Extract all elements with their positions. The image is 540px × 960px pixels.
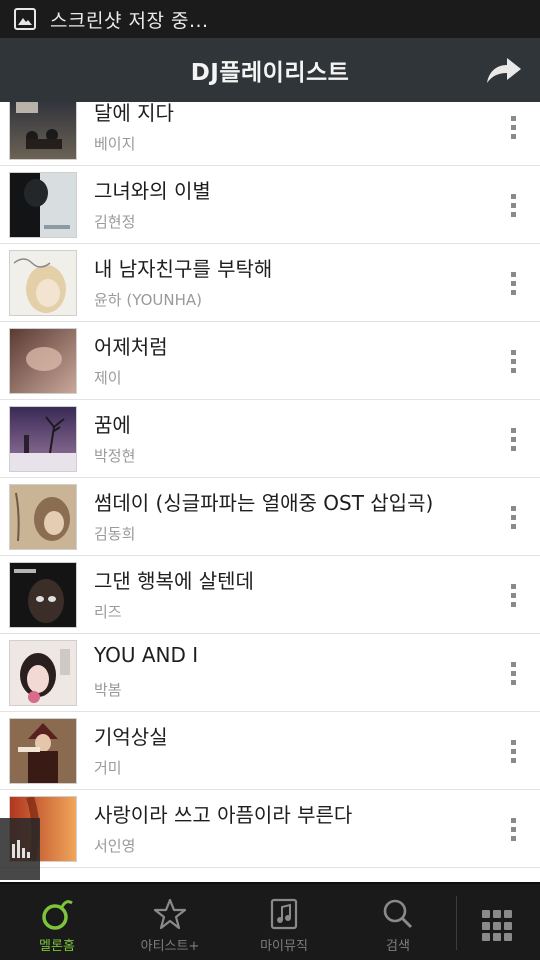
album-art[interactable] bbox=[9, 328, 77, 394]
more-options-button[interactable] bbox=[506, 576, 520, 614]
nav-artist-plus[interactable]: 아티스트+ bbox=[115, 884, 225, 960]
song-title: 사랑이라 쓰고 아픔이라 부른다 bbox=[94, 803, 353, 827]
grid-menu-icon[interactable] bbox=[482, 910, 514, 942]
album-art[interactable] bbox=[9, 562, 77, 628]
album-art[interactable] bbox=[9, 102, 77, 160]
nav-melon-home[interactable]: 멜론홈 bbox=[2, 884, 112, 960]
song-title: YOU AND I bbox=[94, 643, 199, 667]
more-options-button[interactable] bbox=[506, 342, 520, 380]
share-button[interactable] bbox=[482, 50, 526, 90]
nav-divider bbox=[456, 896, 457, 950]
bottom-navigation: 멜론홈 아티스트+ 마이뮤직 검색 bbox=[0, 882, 540, 960]
melon-home-icon bbox=[40, 896, 74, 932]
nav-my-music[interactable]: 마이뮤직 bbox=[229, 884, 339, 960]
song-artist: 김현정 bbox=[94, 213, 136, 231]
song-title: 그녀와의 이별 bbox=[94, 179, 211, 203]
list-item[interactable]: 내 남자친구를 부탁해 윤하 (YOUNHA) bbox=[0, 244, 540, 322]
nav-label: 아티스트+ bbox=[140, 939, 200, 954]
list-item[interactable]: 기억상실 거미 bbox=[0, 712, 540, 790]
mini-player-toggle[interactable] bbox=[0, 818, 40, 880]
song-title: 내 남자친구를 부탁해 bbox=[94, 257, 273, 281]
song-artist: 김동희 bbox=[94, 525, 136, 543]
image-icon bbox=[14, 8, 36, 30]
list-item[interactable]: YOU AND I 박봄 bbox=[0, 634, 540, 712]
list-item[interactable]: 그녀와의 이별 김현정 bbox=[0, 166, 540, 244]
album-art[interactable] bbox=[9, 172, 77, 238]
list-item[interactable]: 꿈에 박정현 bbox=[0, 400, 540, 478]
share-arrow-icon bbox=[487, 58, 521, 83]
search-icon bbox=[381, 896, 415, 932]
album-art[interactable] bbox=[9, 250, 77, 316]
song-artist: 서인영 bbox=[94, 837, 136, 855]
star-icon bbox=[153, 896, 187, 932]
album-art[interactable] bbox=[9, 484, 77, 550]
song-artist: 리즈 bbox=[94, 603, 122, 621]
song-artist: 윤하 (YOUNHA) bbox=[94, 291, 202, 309]
playlist[interactable]: 달에 지다 베이지 그녀와의 이별 김현정 내 남자친구를 부탁해 윤하 (YO… bbox=[0, 102, 540, 882]
song-title: 어제처럼 bbox=[94, 335, 168, 359]
more-options-button[interactable] bbox=[506, 654, 520, 692]
song-artist: 박봄 bbox=[94, 681, 122, 699]
more-options-button[interactable] bbox=[506, 186, 520, 224]
list-item[interactable]: 그댄 행복에 살텐데 리즈 bbox=[0, 556, 540, 634]
more-options-button[interactable] bbox=[506, 810, 520, 848]
album-art[interactable] bbox=[9, 640, 77, 706]
nav-label: 멜론홈 bbox=[39, 939, 75, 954]
equalizer-icon bbox=[12, 840, 30, 858]
song-artist: 박정현 bbox=[94, 447, 136, 465]
list-item[interactable]: 썸데이 (싱글파파는 열애중 OST 삽입곡) 김동희 bbox=[0, 478, 540, 556]
song-title: 썸데이 (싱글파파는 열애중 OST 삽입곡) bbox=[94, 491, 434, 515]
page-title: DJ플레이리스트 bbox=[190, 60, 350, 86]
status-text: 스크린샷 저장 중... bbox=[50, 9, 209, 32]
list-item[interactable]: 어제처럼 제이 bbox=[0, 322, 540, 400]
song-artist: 베이지 bbox=[94, 135, 136, 153]
song-title: 꿈에 bbox=[94, 413, 131, 437]
song-artist: 제이 bbox=[94, 369, 122, 387]
app-header: DJ플레이리스트 bbox=[0, 38, 540, 102]
album-art[interactable] bbox=[9, 406, 77, 472]
list-item[interactable]: 사랑이라 쓰고 아픔이라 부른다 서인영 bbox=[0, 790, 540, 868]
song-title: 기억상실 bbox=[94, 725, 168, 749]
more-options-button[interactable] bbox=[506, 264, 520, 302]
song-title: 달에 지다 bbox=[94, 102, 174, 125]
nav-search[interactable]: 검색 bbox=[343, 884, 453, 960]
song-title: 그댄 행복에 살텐데 bbox=[94, 569, 254, 593]
status-bar: 스크린샷 저장 중... bbox=[0, 0, 540, 38]
more-options-button[interactable] bbox=[506, 420, 520, 458]
music-note-icon bbox=[267, 896, 301, 932]
nav-label: 마이뮤직 bbox=[260, 939, 308, 954]
more-options-button[interactable] bbox=[506, 498, 520, 536]
nav-label: 검색 bbox=[386, 939, 410, 954]
list-item[interactable]: 달에 지다 베이지 bbox=[0, 102, 540, 166]
more-options-button[interactable] bbox=[506, 108, 520, 146]
song-artist: 거미 bbox=[94, 759, 122, 777]
more-options-button[interactable] bbox=[506, 732, 520, 770]
album-art[interactable] bbox=[9, 718, 77, 784]
